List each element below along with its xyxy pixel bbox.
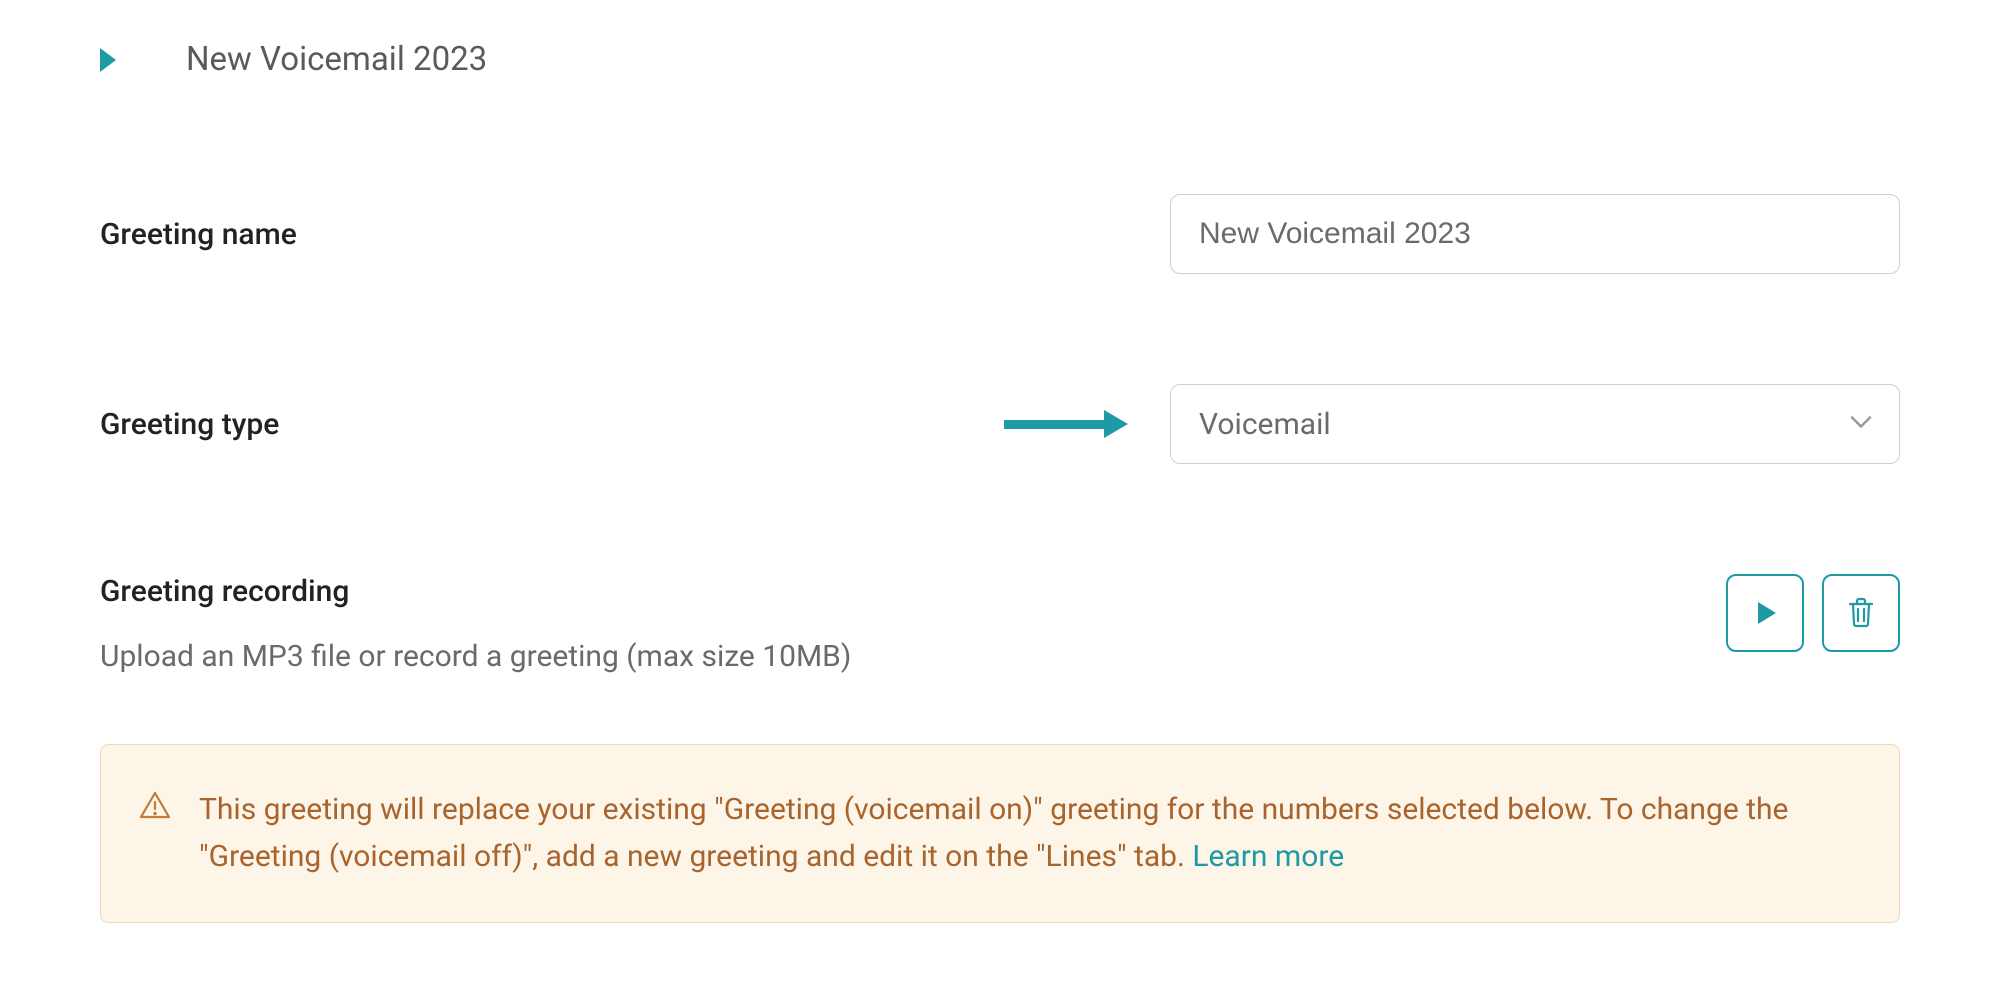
warning-alert: This greeting will replace your existing… <box>100 744 1900 923</box>
disclosure-triangle-icon[interactable] <box>100 48 116 72</box>
greeting-name-label: Greeting name <box>100 217 297 252</box>
greeting-type-select[interactable]: Voicemail <box>1170 384 1900 464</box>
greeting-type-value: Voicemail <box>1199 407 1331 442</box>
greeting-type-label: Greeting type <box>100 407 279 442</box>
section-title: New Voicemail 2023 <box>186 40 487 79</box>
greeting-name-input[interactable] <box>1170 194 1900 274</box>
page: New Voicemail 2023 Greeting name Greetin… <box>0 0 2000 923</box>
warning-message: This greeting will replace your existing… <box>199 792 1788 874</box>
section-header: New Voicemail 2023 <box>100 40 1900 79</box>
row-greeting-recording: Greeting recording Upload an MP3 file or… <box>100 574 1900 674</box>
delete-button[interactable] <box>1822 574 1900 652</box>
warning-text: This greeting will replace your existing… <box>199 787 1861 880</box>
greeting-recording-help: Upload an MP3 file or record a greeting … <box>100 639 851 674</box>
row-greeting-name: Greeting name <box>100 194 1900 274</box>
greeting-recording-label: Greeting recording <box>100 574 851 609</box>
chevron-down-icon <box>1850 415 1872 434</box>
play-icon <box>1758 602 1776 624</box>
play-button[interactable] <box>1726 574 1804 652</box>
row-greeting-type: Greeting type Voicemail <box>100 384 1900 464</box>
warning-icon <box>139 790 171 880</box>
trash-icon <box>1846 596 1876 631</box>
annotation-arrow-icon <box>1004 410 1128 438</box>
learn-more-link[interactable]: Learn more <box>1192 839 1344 874</box>
